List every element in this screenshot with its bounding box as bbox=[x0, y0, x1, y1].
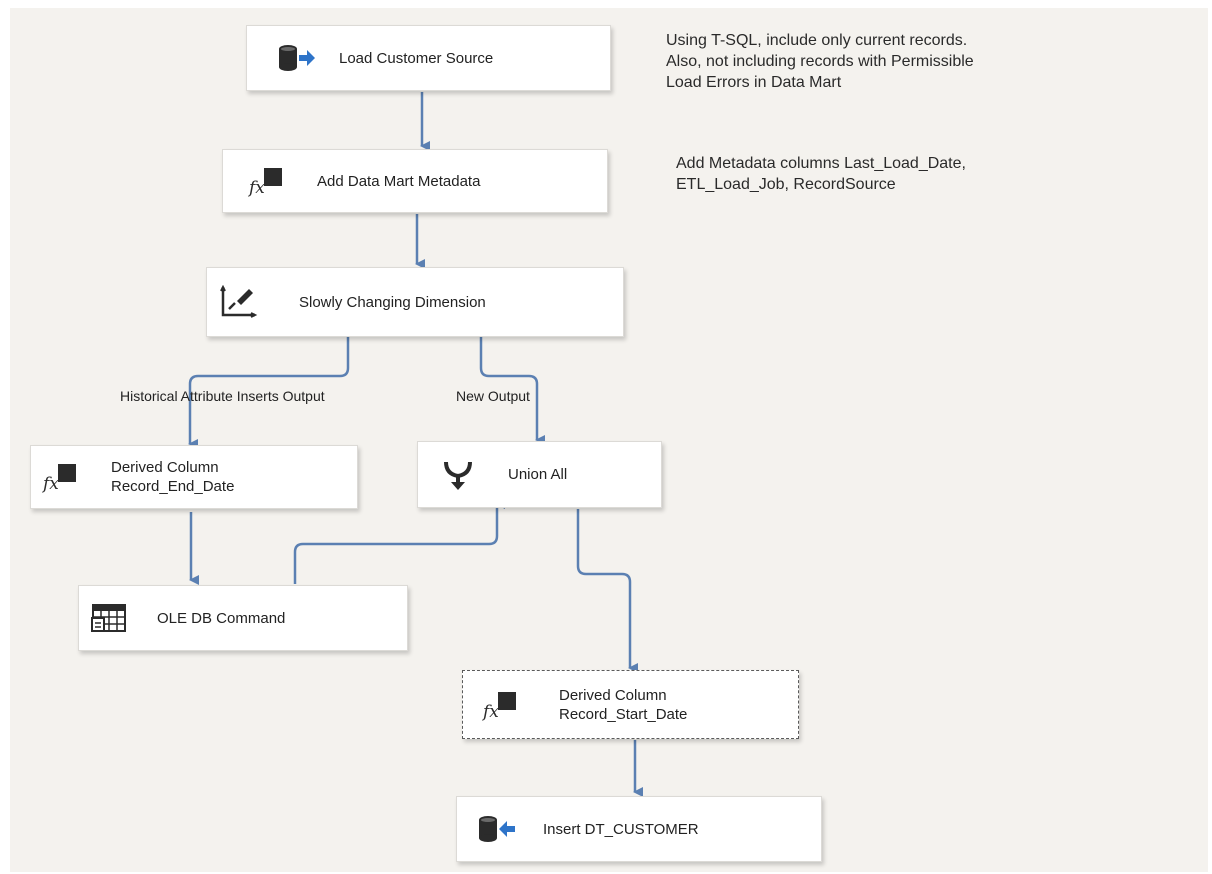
node-label: Load Customer Source bbox=[339, 49, 494, 67]
node-label: Derived Column Record_Start_Date bbox=[559, 686, 687, 724]
node-label-line2: Record_End_Date bbox=[111, 478, 235, 495]
derived-column-record-start-date-node[interactable]: fx Derived Column Record_Start_Date bbox=[462, 670, 799, 739]
slowly-changing-dimension-node[interactable]: Slowly Changing Dimension bbox=[206, 267, 624, 337]
annotation-line: Also, not including records with Permiss… bbox=[666, 53, 974, 70]
annotation-line: Using T-SQL, include only current record… bbox=[666, 32, 968, 49]
data-flow-paths bbox=[188, 92, 643, 797]
annotation-current-records[interactable]: Using T-SQL, include only current record… bbox=[666, 30, 974, 93]
insert-dt-customer-node[interactable]: Insert DT_CUSTOMER bbox=[456, 796, 822, 862]
svg-text:fx: fx bbox=[41, 474, 59, 493]
annotation-line: Add Metadata columns Last_Load_Date, bbox=[676, 155, 966, 172]
historical-output-label: Historical Attribute Inserts Output bbox=[120, 388, 325, 404]
scd-icon bbox=[219, 285, 259, 319]
fx-icon: fx bbox=[247, 164, 287, 198]
annotation-metadata-columns[interactable]: Add Metadata columns Last_Load_Date, ETL… bbox=[676, 153, 966, 195]
node-label-line1: Derived Column bbox=[111, 459, 219, 476]
svg-text:fx: fx bbox=[481, 702, 499, 721]
fx-icon: fx bbox=[41, 460, 81, 494]
add-data-mart-metadata-node[interactable]: fx Add Data Mart Metadata bbox=[222, 149, 608, 213]
node-label: Add Data Mart Metadata bbox=[317, 172, 481, 190]
node-label: Union All bbox=[508, 466, 568, 483]
union-icon bbox=[438, 458, 478, 492]
path-union-to-derived-start[interactable] bbox=[576, 509, 638, 673]
ole-db-command-node[interactable]: OLE DB Command bbox=[78, 585, 408, 651]
union-all-node[interactable]: Union All bbox=[417, 441, 662, 508]
node-label: OLE DB Command bbox=[157, 609, 286, 627]
annotation-line: ETL_Load_Job, RecordSource bbox=[676, 176, 896, 193]
table-command-icon bbox=[89, 601, 129, 635]
node-label: Slowly Changing Dimension bbox=[299, 293, 486, 311]
node-label: Insert DT_CUSTOMER bbox=[543, 820, 699, 838]
derived-column-record-end-date-node[interactable]: fx Derived Column Record_End_Date bbox=[30, 445, 358, 509]
source-db-icon bbox=[277, 41, 317, 75]
fx-icon: fx bbox=[481, 688, 521, 722]
new-output-label: New Output bbox=[456, 388, 530, 404]
destination-db-icon bbox=[477, 812, 517, 846]
svg-text:fx: fx bbox=[247, 178, 265, 197]
path-ole-to-union[interactable] bbox=[293, 499, 505, 584]
load-customer-source-node[interactable]: Load Customer Source bbox=[246, 25, 611, 91]
node-label: Derived Column Record_End_Date bbox=[111, 458, 234, 496]
data-flow-canvas[interactable]: Load Customer Source fx Add Data Mart Me… bbox=[10, 8, 1208, 872]
node-label-line2: Record_Start_Date bbox=[559, 705, 688, 723]
annotation-line: Load Errors in Data Mart bbox=[666, 74, 842, 91]
node-label-line1: Derived Column bbox=[559, 686, 667, 704]
